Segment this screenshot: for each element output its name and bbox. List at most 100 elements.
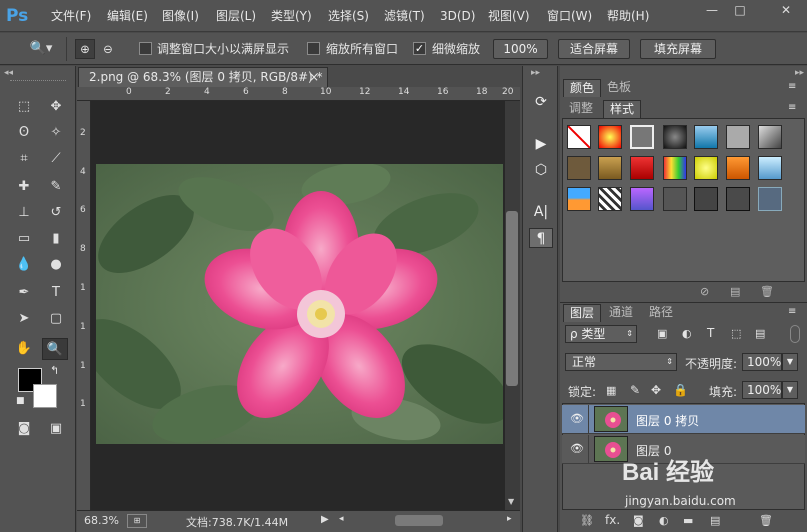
style-swatch[interactable] bbox=[598, 156, 622, 180]
vertical-scrollbar[interactable]: ▼ bbox=[505, 101, 520, 510]
lock-image-icon[interactable]: ✎ bbox=[630, 383, 640, 397]
tab-color[interactable]: 颜色 bbox=[563, 79, 602, 97]
collapse-strip-icon[interactable]: ▸▸ bbox=[531, 68, 540, 78]
visibility-eye-icon[interactable]: 👁 bbox=[570, 442, 584, 455]
pen-tool-icon[interactable]: ✒ bbox=[11, 282, 37, 304]
scroll-down-icon[interactable]: ▼ bbox=[508, 497, 514, 506]
document-tab[interactable]: 2.png @ 68.3% (图层 0 拷贝, RGB/8#) * × bbox=[78, 67, 328, 87]
tab-adjustments[interactable]: 调整 bbox=[563, 100, 599, 118]
panel-menu-icon[interactable]: ≡ bbox=[788, 102, 796, 113]
menu-image[interactable]: 图像(I) bbox=[162, 0, 199, 32]
clone-stamp-tool-icon[interactable]: ⊥ bbox=[11, 202, 37, 224]
layer-row-selected[interactable]: 👁 图层 0 拷贝 bbox=[562, 405, 805, 434]
new-layer-icon[interactable]: ▤ bbox=[710, 514, 720, 527]
minimize-button[interactable]: — bbox=[700, 2, 724, 18]
zoom-in-icon[interactable]: ⊕ bbox=[75, 39, 95, 59]
eraser-tool-icon[interactable]: ▭ bbox=[11, 228, 37, 250]
filter-shape-icon[interactable]: ⬚ bbox=[731, 327, 741, 340]
menu-window[interactable]: 窗口(W) bbox=[547, 0, 592, 32]
visibility-eye-icon[interactable]: 👁 bbox=[570, 412, 584, 425]
style-swatch[interactable] bbox=[630, 187, 654, 211]
default-colors-icon[interactable]: ■ bbox=[16, 396, 25, 406]
style-swatch[interactable] bbox=[694, 156, 718, 180]
menu-edit[interactable]: 编辑(E) bbox=[107, 0, 148, 32]
tab-swatches[interactable]: 色板 bbox=[601, 79, 637, 97]
swap-colors-icon[interactable]: ↰ bbox=[50, 364, 59, 377]
actual-pixels-button[interactable]: 100% bbox=[493, 39, 548, 59]
eyedropper-tool-icon[interactable]: ⟋ bbox=[43, 148, 69, 170]
scroll-left-icon[interactable]: ◂ bbox=[339, 514, 344, 524]
menu-view[interactable]: 视图(V) bbox=[488, 0, 530, 32]
style-swatch[interactable] bbox=[630, 125, 654, 149]
style-swatch[interactable] bbox=[663, 187, 687, 211]
rectangle-tool-icon[interactable]: ▢ bbox=[43, 308, 69, 330]
filter-image-icon[interactable]: ▣ bbox=[657, 327, 667, 340]
move-tool-icon[interactable]: ✥ bbox=[43, 96, 69, 118]
collapse-icon[interactable]: ◂◂ bbox=[4, 68, 13, 78]
menu-layer[interactable]: 图层(L) bbox=[216, 0, 256, 32]
background-color-swatch[interactable] bbox=[33, 384, 57, 408]
scroll-right-icon[interactable]: ▸ bbox=[507, 514, 512, 524]
zoom-level[interactable]: 68.3% bbox=[84, 514, 119, 527]
filter-toggle[interactable] bbox=[790, 325, 800, 343]
menu-select[interactable]: 选择(S) bbox=[328, 0, 369, 32]
panel-menu-icon[interactable]: ≡ bbox=[788, 306, 796, 317]
clear-style-icon[interactable]: ⊘ bbox=[700, 285, 709, 298]
close-button[interactable]: ✕ bbox=[766, 2, 806, 18]
fit-screen-button[interactable]: 适合屏幕 bbox=[558, 39, 630, 59]
character-panel-icon[interactable]: A| bbox=[529, 202, 553, 222]
zoom-tool-icon[interactable]: 🔍 bbox=[42, 338, 68, 360]
collapse-panel-icon[interactable]: ▸▸ bbox=[795, 68, 804, 78]
new-group-icon[interactable]: ▬ bbox=[683, 514, 693, 527]
style-swatch[interactable] bbox=[694, 125, 718, 149]
resize-windows-checkbox[interactable] bbox=[139, 42, 152, 55]
style-swatch[interactable] bbox=[758, 156, 782, 180]
style-swatch[interactable] bbox=[598, 125, 622, 149]
fill-input[interactable]: 100% bbox=[742, 381, 782, 399]
filter-adjustment-icon[interactable]: ◐ bbox=[682, 327, 692, 340]
horizontal-scroll-thumb[interactable] bbox=[395, 515, 443, 526]
healing-brush-tool-icon[interactable]: ✚ bbox=[11, 176, 37, 198]
actions-panel-icon[interactable]: ▶ bbox=[529, 134, 553, 154]
lock-position-icon[interactable]: ✥ bbox=[651, 383, 661, 397]
opacity-input[interactable]: 100% bbox=[742, 353, 782, 371]
opacity-dropdown-icon[interactable]: ▼ bbox=[782, 353, 798, 371]
panel-menu-icon[interactable]: ≡ bbox=[788, 81, 796, 92]
style-swatch[interactable] bbox=[726, 125, 750, 149]
scrubby-zoom-checkbox[interactable]: ✓ bbox=[413, 42, 426, 55]
path-selection-tool-icon[interactable]: ➤ bbox=[11, 308, 37, 330]
vertical-scroll-thumb[interactable] bbox=[506, 211, 518, 386]
menu-filter[interactable]: 滤镜(T) bbox=[384, 0, 425, 32]
menu-3d[interactable]: 3D(D) bbox=[440, 0, 475, 32]
document-close-icon[interactable]: × bbox=[309, 68, 319, 87]
style-swatch[interactable] bbox=[663, 156, 687, 180]
delete-layer-icon[interactable]: 🗑 bbox=[759, 514, 773, 527]
dodge-tool-icon[interactable]: ● bbox=[43, 254, 69, 276]
style-swatch[interactable] bbox=[567, 187, 591, 211]
history-brush-tool-icon[interactable]: ↺ bbox=[43, 202, 69, 224]
status-icon[interactable]: ⊞ bbox=[127, 514, 147, 528]
canvas-image[interactable] bbox=[96, 164, 503, 444]
style-swatch[interactable] bbox=[598, 187, 622, 211]
menu-type[interactable]: 类型(Y) bbox=[271, 0, 312, 32]
lock-transparent-icon[interactable]: ▦ bbox=[606, 384, 616, 397]
screen-mode-icon[interactable]: ▣ bbox=[43, 418, 69, 440]
quick-mask-icon[interactable]: ◙ bbox=[11, 418, 37, 440]
tab-paths[interactable]: 路径 bbox=[643, 304, 679, 322]
lock-all-icon[interactable]: 🔒 bbox=[673, 383, 688, 397]
menu-file[interactable]: 文件(F) bbox=[51, 0, 91, 32]
style-swatch[interactable] bbox=[663, 125, 687, 149]
3d-panel-icon[interactable]: ⬡ bbox=[529, 160, 553, 180]
adjustment-layer-icon[interactable]: ◐ bbox=[659, 514, 669, 527]
brush-tool-icon[interactable]: ✎ bbox=[43, 176, 69, 198]
tab-styles[interactable]: 样式 bbox=[603, 100, 642, 118]
style-swatch[interactable] bbox=[726, 187, 750, 211]
style-swatch[interactable] bbox=[567, 156, 591, 180]
fill-screen-button[interactable]: 填充屏幕 bbox=[640, 39, 716, 59]
marquee-tool-icon[interactable]: ⬚ bbox=[11, 96, 37, 118]
style-none[interactable] bbox=[567, 125, 591, 149]
style-swatch[interactable] bbox=[630, 156, 654, 180]
blend-mode-select[interactable]: 正常 ⇕ bbox=[565, 353, 677, 371]
delete-style-icon[interactable]: 🗑 bbox=[760, 285, 774, 298]
filter-type-icon[interactable]: T bbox=[707, 326, 714, 340]
